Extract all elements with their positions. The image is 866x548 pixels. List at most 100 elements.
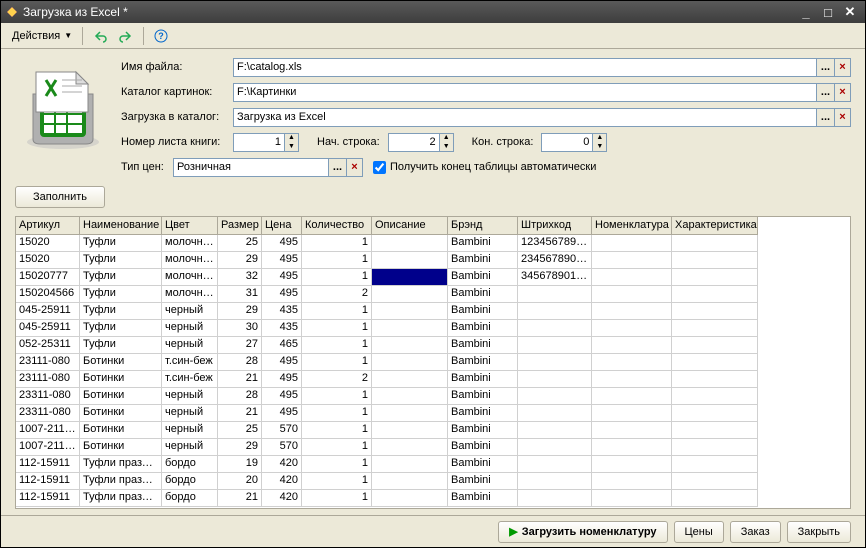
grid-cell[interactable] bbox=[372, 354, 448, 371]
grid-cell[interactable]: Туфли празднич... bbox=[80, 490, 162, 507]
file-input[interactable] bbox=[233, 58, 817, 77]
column-header[interactable]: Характеристика bbox=[672, 217, 758, 235]
grid-cell[interactable]: 1007-21141 bbox=[16, 422, 80, 439]
grid-cell[interactable] bbox=[592, 354, 672, 371]
grid-cell[interactable] bbox=[672, 456, 758, 473]
grid-cell[interactable]: 045-25911 bbox=[16, 303, 80, 320]
grid-cell[interactable]: молочный bbox=[162, 235, 218, 252]
grid-cell[interactable] bbox=[672, 337, 758, 354]
help-button[interactable]: ? bbox=[149, 26, 173, 46]
grid-cell[interactable] bbox=[372, 405, 448, 422]
grid-cell[interactable] bbox=[518, 473, 592, 490]
startrow-spinner[interactable]: ▲▼ bbox=[440, 133, 454, 152]
grid-cell[interactable] bbox=[518, 405, 592, 422]
grid-cell[interactable]: Туфли bbox=[80, 235, 162, 252]
grid-cell[interactable] bbox=[372, 235, 448, 252]
order-button[interactable]: Заказ bbox=[730, 521, 781, 543]
column-header[interactable]: Цвет bbox=[162, 217, 218, 235]
grid-cell[interactable] bbox=[372, 337, 448, 354]
catalog-input[interactable] bbox=[233, 108, 817, 127]
grid-cell[interactable]: 112-15911 bbox=[16, 456, 80, 473]
grid-cell[interactable]: 420 bbox=[262, 456, 302, 473]
grid-cell[interactable] bbox=[592, 456, 672, 473]
grid-cell[interactable]: Bambini bbox=[448, 303, 518, 320]
grid-cell[interactable] bbox=[672, 439, 758, 456]
grid-cell[interactable] bbox=[672, 371, 758, 388]
grid-cell[interactable] bbox=[518, 456, 592, 473]
grid-cell[interactable] bbox=[672, 490, 758, 507]
grid-cell[interactable] bbox=[672, 422, 758, 439]
grid-cell[interactable]: 1 bbox=[302, 456, 372, 473]
catalog-browse-button[interactable]: ... bbox=[817, 108, 835, 127]
grid-cell[interactable]: молочный bbox=[162, 269, 218, 286]
grid-cell[interactable]: 495 bbox=[262, 235, 302, 252]
grid-cell[interactable]: Bambini bbox=[448, 405, 518, 422]
grid-cell[interactable] bbox=[372, 456, 448, 473]
grid-cell[interactable] bbox=[592, 286, 672, 303]
grid-cell[interactable]: черный bbox=[162, 439, 218, 456]
endrow-input[interactable] bbox=[541, 133, 593, 152]
load-nomenclature-button[interactable]: ▶ Загрузить номенклатуру bbox=[498, 521, 667, 543]
grid-cell[interactable]: 23111-080 bbox=[16, 354, 80, 371]
data-grid[interactable]: АртикулНаименованиеЦветРазмерЦенаКоличес… bbox=[15, 216, 851, 509]
grid-cell[interactable]: 495 bbox=[262, 388, 302, 405]
grid-cell[interactable]: 30 bbox=[218, 320, 262, 337]
grid-cell[interactable]: 25 bbox=[218, 422, 262, 439]
grid-cell[interactable]: 1 bbox=[302, 235, 372, 252]
column-header[interactable]: Размер bbox=[218, 217, 262, 235]
grid-cell[interactable] bbox=[592, 252, 672, 269]
grid-cell[interactable]: Bambini bbox=[448, 456, 518, 473]
column-header[interactable]: Номенклатура bbox=[592, 217, 672, 235]
grid-cell[interactable]: 495 bbox=[262, 286, 302, 303]
grid-cell[interactable]: 25 bbox=[218, 235, 262, 252]
grid-cell[interactable]: Туфли bbox=[80, 337, 162, 354]
grid-cell[interactable]: Ботинки bbox=[80, 405, 162, 422]
grid-cell[interactable] bbox=[372, 320, 448, 337]
grid-cell[interactable]: 570 bbox=[262, 439, 302, 456]
pics-clear-button[interactable]: × bbox=[835, 83, 851, 102]
grid-cell[interactable]: Ботинки bbox=[80, 354, 162, 371]
grid-cell[interactable] bbox=[592, 490, 672, 507]
grid-cell[interactable]: 1007-21141 bbox=[16, 439, 80, 456]
grid-cell[interactable]: 1 bbox=[302, 473, 372, 490]
grid-cell[interactable]: 28 bbox=[218, 354, 262, 371]
grid-cell[interactable]: черный bbox=[162, 320, 218, 337]
grid-cell[interactable] bbox=[592, 269, 672, 286]
grid-cell[interactable] bbox=[372, 490, 448, 507]
grid-cell[interactable] bbox=[518, 286, 592, 303]
grid-cell[interactable]: 1 bbox=[302, 320, 372, 337]
grid-cell[interactable]: 495 bbox=[262, 371, 302, 388]
column-header[interactable]: Штрихкод bbox=[518, 217, 592, 235]
grid-cell[interactable] bbox=[672, 252, 758, 269]
grid-cell[interactable]: 1 bbox=[302, 439, 372, 456]
grid-cell[interactable] bbox=[372, 371, 448, 388]
grid-cell[interactable]: бордо bbox=[162, 490, 218, 507]
grid-cell[interactable]: 465 bbox=[262, 337, 302, 354]
grid-cell[interactable]: 27 bbox=[218, 337, 262, 354]
column-header[interactable]: Количество bbox=[302, 217, 372, 235]
grid-cell[interactable]: Bambini bbox=[448, 388, 518, 405]
column-header[interactable]: Брэнд bbox=[448, 217, 518, 235]
grid-cell[interactable]: 15020777 bbox=[16, 269, 80, 286]
grid-cell[interactable]: черный bbox=[162, 422, 218, 439]
grid-cell[interactable]: 2345678901... bbox=[518, 252, 592, 269]
grid-cell[interactable]: черный bbox=[162, 405, 218, 422]
grid-cell[interactable]: 29 bbox=[218, 439, 262, 456]
grid-cell[interactable]: Туфли bbox=[80, 269, 162, 286]
grid-cell[interactable]: 570 bbox=[262, 422, 302, 439]
grid-cell[interactable]: 150204566 bbox=[16, 286, 80, 303]
grid-cell[interactable]: 19 bbox=[218, 456, 262, 473]
grid-cell[interactable]: 1 bbox=[302, 269, 372, 286]
grid-cell[interactable]: 495 bbox=[262, 269, 302, 286]
grid-cell[interactable]: 420 bbox=[262, 473, 302, 490]
grid-cell[interactable] bbox=[372, 422, 448, 439]
grid-cell[interactable]: 045-25911 bbox=[16, 320, 80, 337]
grid-cell[interactable] bbox=[518, 303, 592, 320]
startrow-input[interactable] bbox=[388, 133, 440, 152]
grid-cell[interactable] bbox=[592, 303, 672, 320]
grid-cell[interactable]: 435 bbox=[262, 320, 302, 337]
grid-cell[interactable]: 20 bbox=[218, 473, 262, 490]
grid-cell[interactable]: Bambini bbox=[448, 235, 518, 252]
sheet-input[interactable] bbox=[233, 133, 285, 152]
grid-cell[interactable]: Bambini bbox=[448, 473, 518, 490]
